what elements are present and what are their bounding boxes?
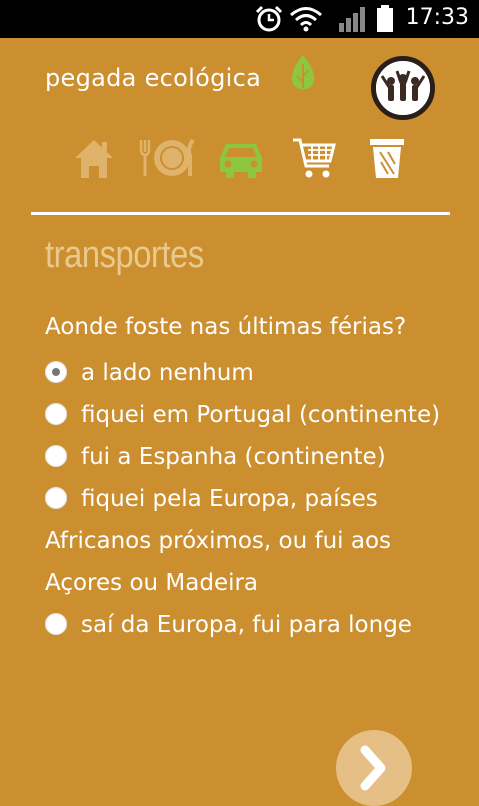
- option-europe[interactable]: fiquei pela Europa, países Africanos pró…: [45, 478, 465, 604]
- app-header: pegada ecológica: [0, 38, 479, 128]
- home-icon: [75, 140, 113, 178]
- category-shopping[interactable]: [291, 136, 337, 184]
- answer-options: a lado nenhum fiquei em Portugal (contin…: [45, 352, 465, 646]
- section-title: transportes: [45, 234, 204, 276]
- category-nav: [0, 130, 479, 190]
- divider: [31, 212, 450, 215]
- alarm-icon: [255, 5, 283, 32]
- leaf-icon: [291, 55, 315, 90]
- option-label: a lado nenhum: [81, 360, 254, 386]
- option-nowhere[interactable]: a lado nenhum: [45, 352, 465, 394]
- option-far-away[interactable]: saí da Europa, fui para longe: [45, 604, 465, 646]
- app-logo-text: pegada ecológica: [45, 64, 262, 92]
- wifi-icon: [290, 7, 322, 32]
- option-label: fui a Espanha (continente): [81, 444, 386, 470]
- profile-button[interactable]: [371, 56, 435, 120]
- trash-icon: [370, 139, 404, 178]
- status-time: 17:33: [405, 5, 469, 30]
- cart-icon: [293, 138, 336, 178]
- option-label: fiquei pela Europa, países Africanos pró…: [45, 486, 392, 596]
- radio-button[interactable]: [45, 487, 67, 509]
- category-transport[interactable]: [216, 136, 266, 184]
- chevron-right-icon: [360, 745, 386, 791]
- next-button[interactable]: [336, 730, 412, 806]
- food-icon: [139, 138, 195, 176]
- category-waste[interactable]: [368, 136, 406, 184]
- people-icon: [376, 61, 430, 115]
- battery-icon: [377, 5, 393, 32]
- car-icon: [220, 144, 262, 178]
- signal-icon: [339, 7, 365, 32]
- option-label: fiquei em Portugal (continente): [81, 402, 441, 428]
- option-portugal[interactable]: fiquei em Portugal (continente): [45, 394, 465, 436]
- question-text: Aonde foste nas últimas férias?: [45, 314, 407, 340]
- category-home[interactable]: [72, 136, 116, 184]
- option-label: saí da Europa, fui para longe: [81, 612, 412, 638]
- option-spain[interactable]: fui a Espanha (continente): [45, 436, 465, 478]
- category-food[interactable]: [138, 136, 196, 184]
- radio-button[interactable]: [45, 403, 67, 425]
- radio-button[interactable]: [45, 361, 67, 383]
- status-bar: 17:33: [0, 0, 479, 38]
- radio-button[interactable]: [45, 445, 67, 467]
- radio-button[interactable]: [45, 613, 67, 635]
